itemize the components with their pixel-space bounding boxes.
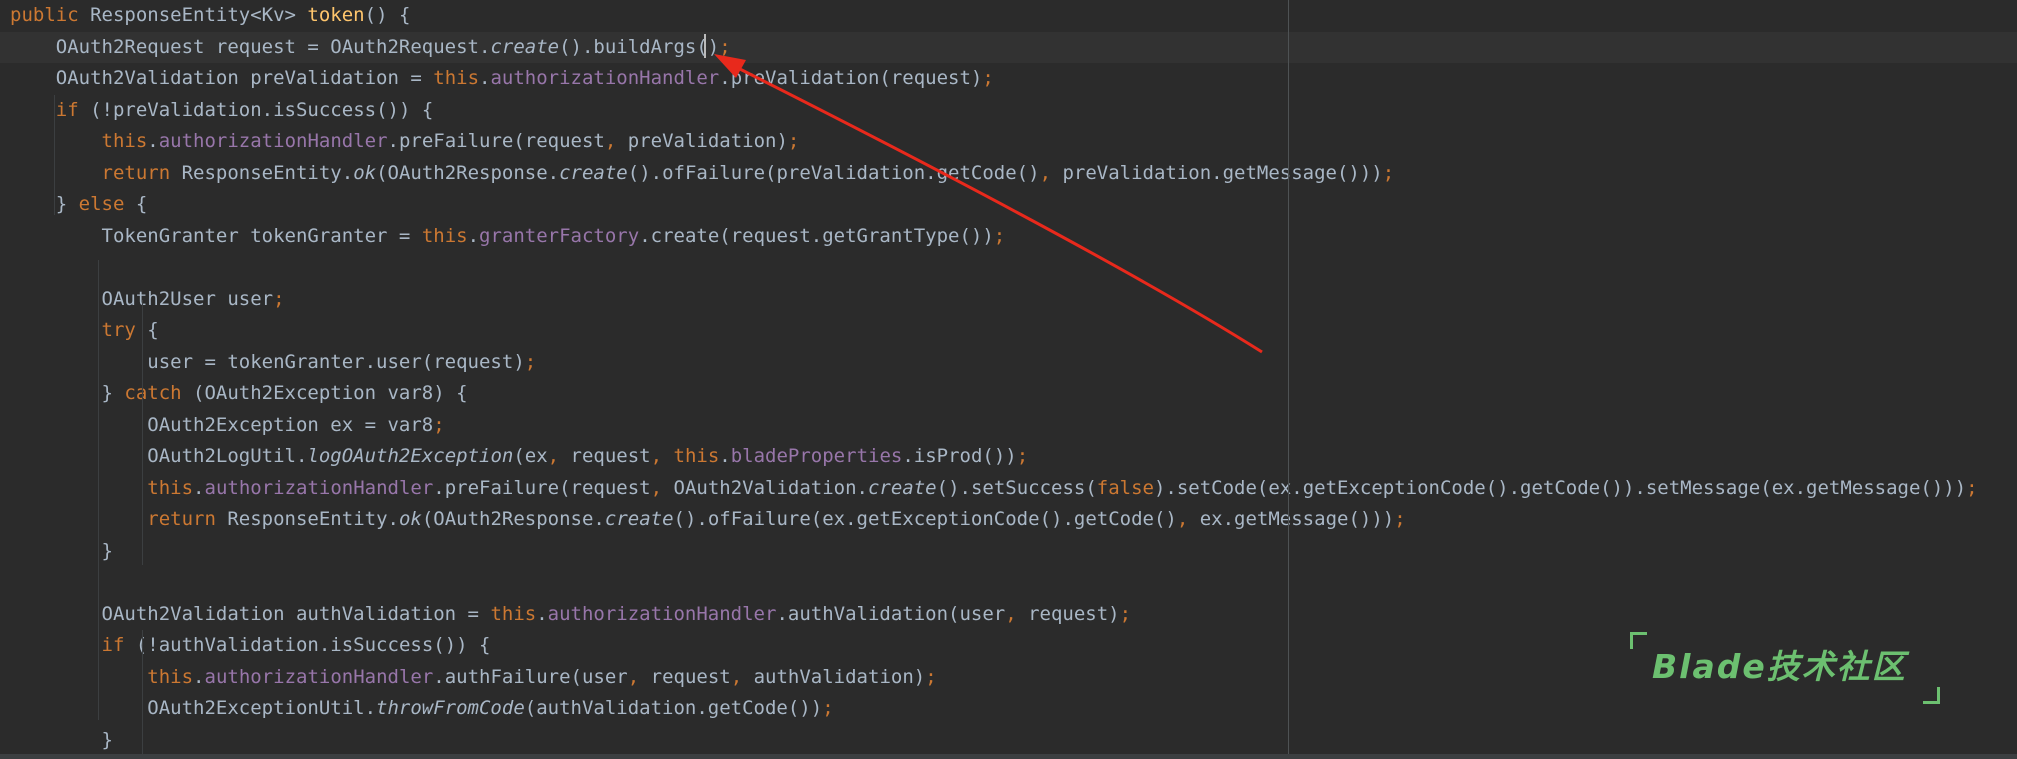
horizontal-scrollbar[interactable] — [0, 754, 2017, 759]
watermark-bracket-right — [1923, 687, 1940, 704]
watermark-text: Blade技术社区 — [1652, 647, 1907, 686]
code-editor[interactable]: public ResponseEntity<Kv> token() { OAut… — [0, 0, 2017, 759]
watermark-logo: Blade技术社区 — [1630, 632, 1940, 704]
watermark-bracket-left — [1630, 632, 1647, 649]
